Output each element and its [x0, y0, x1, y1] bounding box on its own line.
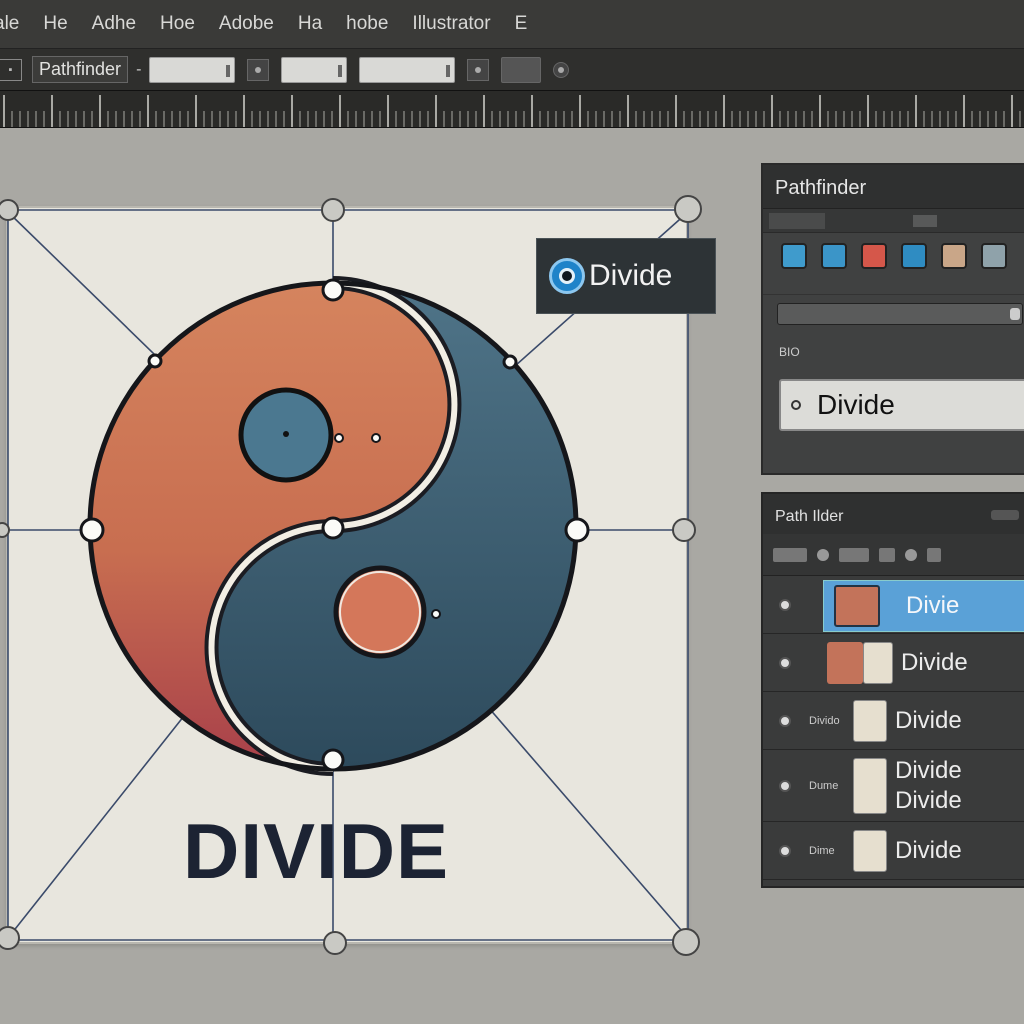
selected-item-highlight[interactable]: Divie	[823, 580, 1024, 632]
color-swatch-1[interactable]	[781, 243, 807, 269]
horizontal-ruler[interactable]	[0, 90, 1024, 128]
divide-option-field[interactable]: Divide	[779, 379, 1024, 431]
menu-item-6[interactable]: Ha	[298, 13, 322, 35]
menu-item-9[interactable]: E	[515, 13, 528, 35]
orange-dot[interactable]	[333, 565, 427, 659]
menu-item-3[interactable]: Adhe	[92, 13, 136, 35]
list-item-label-stack: Divide Divide	[887, 756, 962, 816]
canvas-heading: DIVIDE	[183, 807, 450, 895]
panel-tab[interactable]	[769, 213, 825, 229]
list-item-small-label: Dime	[809, 844, 835, 857]
pathfinder-panel: Pathfinder BIO Divide	[761, 163, 1024, 475]
list-item[interactable]: Divie	[763, 576, 1024, 634]
radio-icon	[791, 400, 801, 410]
field-caret-icon	[226, 64, 231, 77]
list-item[interactable]: Divido Divide	[763, 692, 1024, 750]
menu-item-4[interactable]: Hoe	[160, 13, 195, 35]
panel-options-icon[interactable]	[913, 215, 937, 227]
item-thumbnail-secondary	[863, 641, 893, 684]
panel-mini-label: BIO	[779, 345, 800, 359]
list-item-label-2: Divide	[895, 786, 962, 814]
tool-path-icon[interactable]	[839, 547, 869, 562]
field-caret-icon	[446, 64, 451, 77]
list-item-label: Divie	[906, 592, 960, 619]
ruler-ticks	[3, 95, 1021, 127]
list-panel-toolbar	[763, 534, 1024, 576]
item-thumbnail	[853, 757, 887, 814]
list-item-label: Divide	[895, 836, 962, 864]
field-caret-icon	[338, 64, 343, 77]
radio-icon[interactable]	[779, 844, 791, 857]
control-circle-button[interactable]	[553, 61, 570, 78]
control-field-4[interactable]	[501, 56, 542, 83]
radio-icon[interactable]	[779, 779, 791, 792]
divide-tool-icon	[549, 258, 585, 294]
menu-item-1[interactable]: ale	[0, 13, 19, 35]
control-field-3[interactable]	[359, 56, 456, 83]
item-thumbnail	[853, 829, 887, 872]
panel-slider[interactable]	[777, 303, 1023, 325]
menu-bar: ale He Adhe Hoe Adobe Ha hobe Illustrato…	[0, 0, 1024, 48]
item-thumbnail	[827, 641, 863, 684]
list-item-label: Divide	[901, 648, 968, 676]
list-item-small-label: Divido	[809, 714, 840, 727]
list-item[interactable]: Dume Divide Divide	[763, 750, 1024, 822]
menu-item-adobe[interactable]: Adobe	[219, 13, 274, 35]
pathfinder-panel-tabs	[763, 209, 1024, 233]
control-bar-panel-label[interactable]: Pathfinder	[32, 56, 129, 83]
list-panel-title-text: Path Ilder	[775, 508, 844, 525]
control-square-button-2[interactable]	[467, 58, 490, 81]
list-item[interactable]: Divide	[763, 634, 1024, 692]
list-item-small-label: Dume	[809, 779, 839, 792]
color-swatch-6[interactable]	[981, 243, 1007, 269]
dot-icon	[255, 66, 262, 73]
color-swatch-5[interactable]	[941, 243, 967, 269]
tooltip-label: Divide	[589, 259, 673, 292]
menu-item-illustrator[interactable]: Illustrator	[412, 13, 490, 35]
slider-knob[interactable]	[1010, 308, 1020, 320]
list-item-label: Divide	[895, 706, 962, 734]
pathfinder-panel-title[interactable]: Pathfinder	[763, 165, 1024, 209]
radio-icon[interactable]	[779, 598, 791, 611]
tool-end-icon[interactable]	[927, 547, 941, 562]
color-swatch-4[interactable]	[901, 243, 927, 269]
list-item[interactable]: Dime Divide	[763, 822, 1024, 880]
teal-dot-center	[283, 431, 289, 437]
panel-toggle-icon[interactable]: ▪	[0, 58, 22, 81]
item-thumbnail	[853, 699, 887, 742]
control-square-button-1[interactable]	[247, 58, 270, 81]
color-swatch-2[interactable]	[821, 243, 847, 269]
swatch-row	[763, 233, 1024, 295]
tool-dot-icon[interactable]	[905, 548, 917, 561]
panel-menu-icon[interactable]	[991, 510, 1019, 520]
menu-item-7[interactable]: hobe	[346, 13, 388, 35]
tool-grid-icon[interactable]	[879, 547, 895, 562]
dot-icon	[475, 66, 482, 73]
menu-item-2[interactable]: He	[43, 13, 67, 35]
divide-option-label: Divide	[817, 389, 895, 420]
divide-tooltip: Divide	[536, 238, 716, 314]
item-thumbnail	[834, 585, 880, 627]
list-panel-title[interactable]: Path Ilder	[763, 494, 1024, 534]
tool-shape-icon[interactable]	[773, 547, 807, 562]
list-item-label: Divide	[895, 756, 962, 784]
control-field-1[interactable]	[149, 56, 236, 83]
radio-icon[interactable]	[779, 714, 791, 727]
tool-circle-icon[interactable]	[817, 548, 829, 561]
control-bar: ▪ Pathfinder -	[0, 48, 1024, 90]
dot-icon	[558, 66, 565, 73]
pathfinder-list-panel: Path Ilder Divie Divide Divido Divide Du…	[761, 492, 1024, 888]
control-field-2[interactable]	[281, 56, 348, 83]
color-swatch-3[interactable]	[861, 243, 887, 269]
control-bar-separator: -	[136, 60, 142, 78]
radio-icon[interactable]	[779, 656, 791, 669]
